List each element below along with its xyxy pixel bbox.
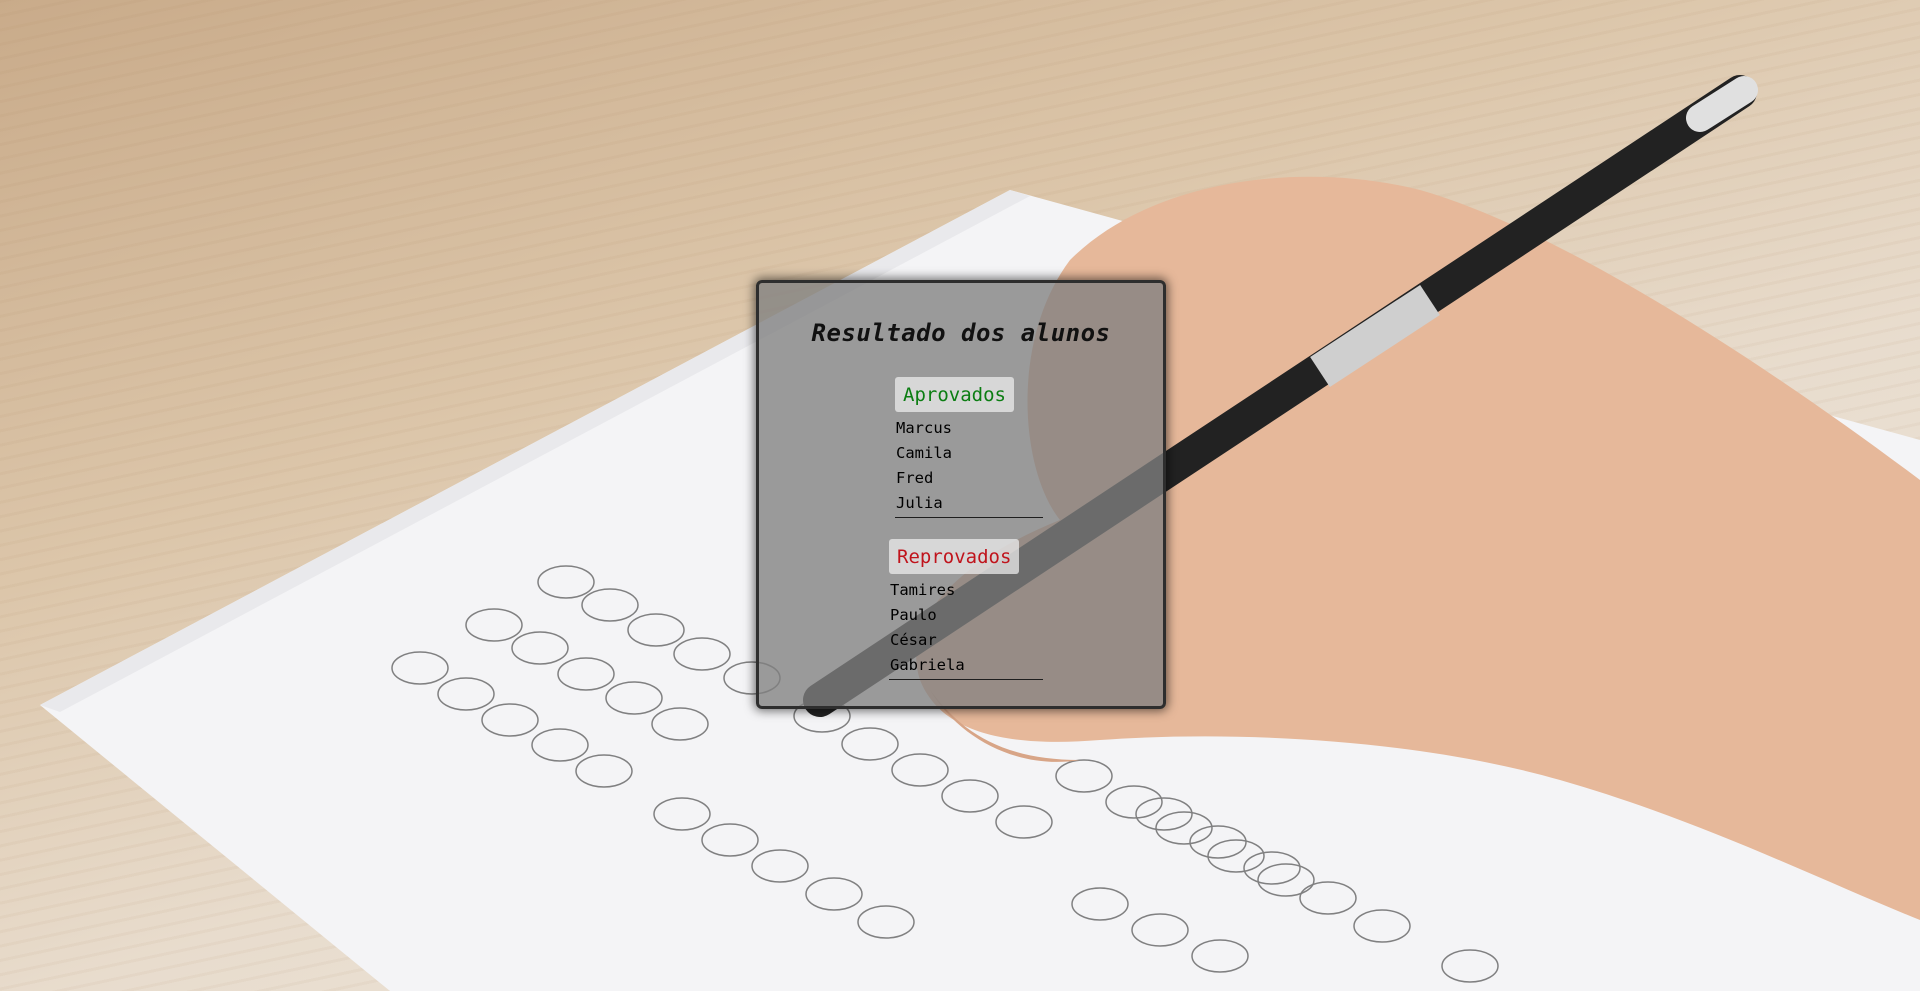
list-item: Julia	[896, 494, 943, 512]
list-item: Marcus	[896, 419, 952, 437]
list-item: Gabriela	[890, 656, 965, 674]
failed-heading: Reprovados	[889, 539, 1020, 574]
approved-list: Marcus Camila Fred Julia	[895, 416, 1043, 516]
list-item: Fred	[896, 469, 934, 487]
failed-divider	[889, 679, 1043, 680]
approved-heading: Aprovados	[895, 377, 1014, 412]
approved-section: Aprovados Marcus Camila Fred Julia	[895, 377, 1043, 518]
approved-divider	[895, 517, 1043, 518]
panel-title: Resultado dos alunos	[811, 319, 1111, 347]
failed-list: Tamires Paulo César Gabriela	[889, 578, 1043, 678]
list-item: Tamires	[890, 581, 956, 599]
results-panel: Resultado dos alunos Aprovados Marcus Ca…	[756, 280, 1166, 709]
failed-section: Reprovados Tamires Paulo César Gabriela	[889, 539, 1043, 680]
list-item: César	[890, 631, 937, 649]
list-item: Paulo	[890, 606, 937, 624]
list-item: Camila	[896, 444, 952, 462]
